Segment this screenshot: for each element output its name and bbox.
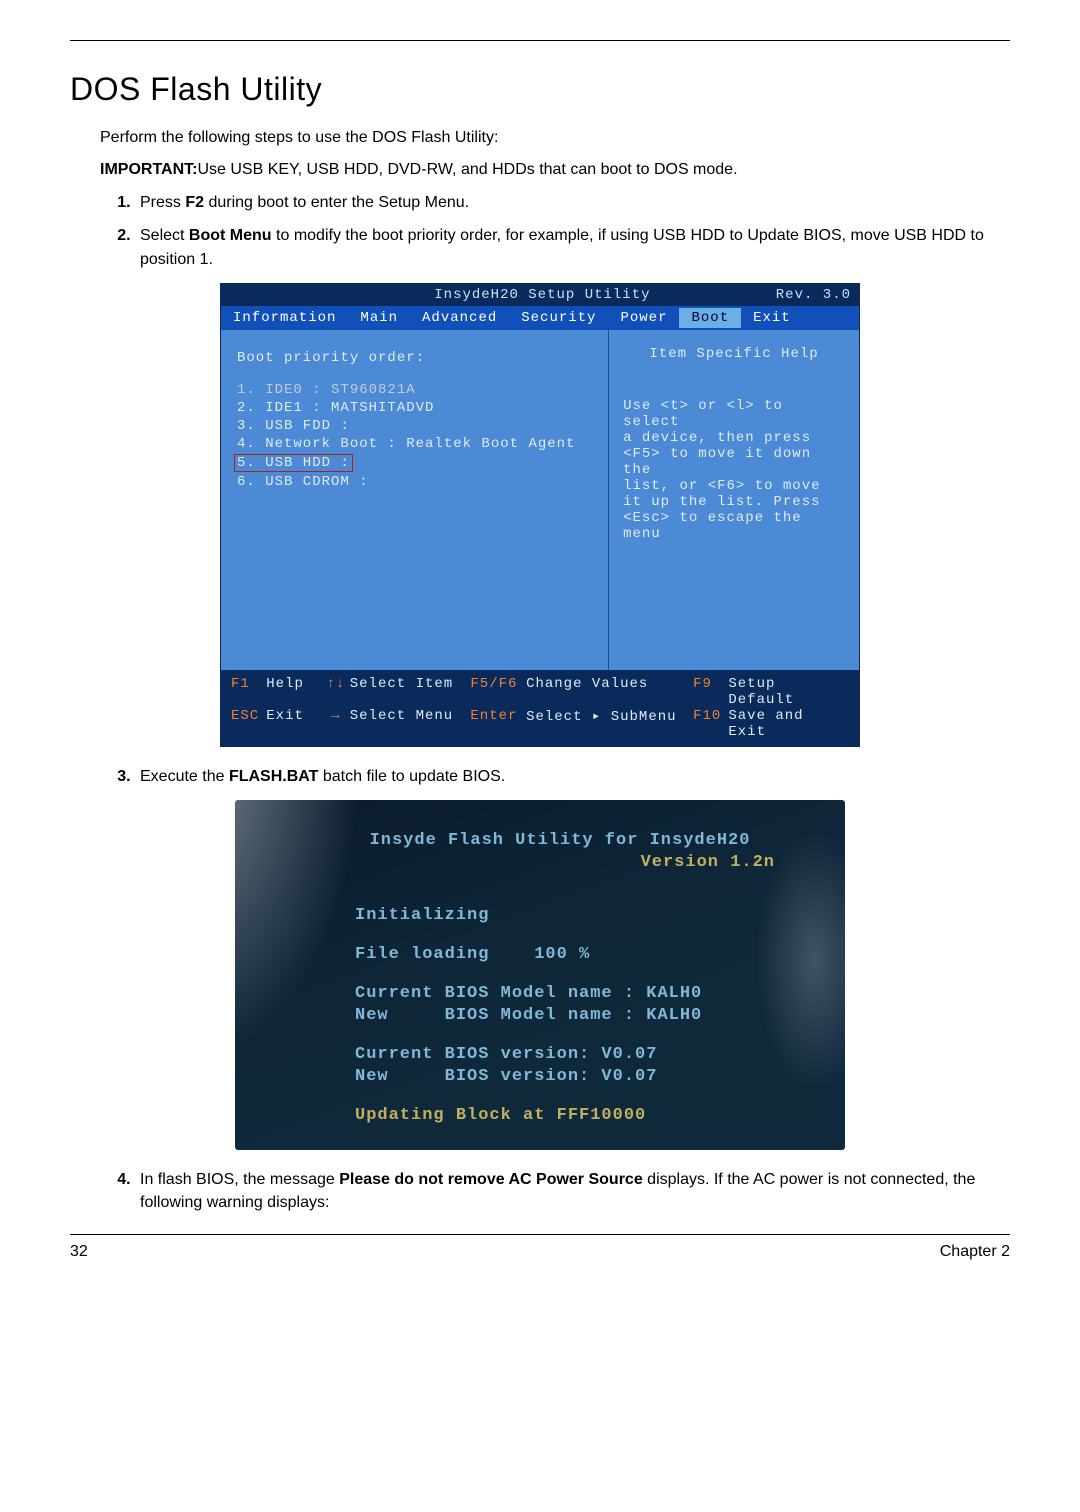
important-note: IMPORTANT:Use USB KEY, USB HDD, DVD-RW, … bbox=[100, 161, 1010, 179]
tab-boot[interactable]: Boot bbox=[679, 308, 741, 328]
dos-init: Initializing bbox=[355, 906, 815, 925]
dos-new-model: New BIOS Model name : KALH0 bbox=[355, 1006, 815, 1025]
boot-priority-label: Boot priority order: bbox=[237, 350, 592, 366]
tab-advanced[interactable]: Advanced bbox=[410, 308, 509, 328]
step3-c: batch file to update BIOS. bbox=[318, 768, 505, 785]
dos-flash-screen: Insyde Flash Utility for InsydeH20 Versi… bbox=[235, 800, 845, 1150]
fa-select-item: Select Item bbox=[350, 676, 471, 708]
important-body: Use USB KEY, USB HDD, DVD-RW, and HDDs t… bbox=[197, 161, 737, 178]
tab-security[interactable]: Security bbox=[509, 308, 608, 328]
fk-esc: ESC bbox=[231, 708, 266, 740]
step2-b: Boot Menu bbox=[189, 227, 272, 244]
fa-select-submenu: Select ▸ SubMenu bbox=[526, 708, 693, 740]
dos-title-1: Insyde Flash Utility for InsydeH20 bbox=[305, 831, 815, 850]
step-1: Press F2 during boot to enter the Setup … bbox=[135, 191, 1010, 214]
dos-cur-ver: Current BIOS version: V0.07 bbox=[355, 1045, 815, 1064]
page-footer: 32 Chapter 2 bbox=[70, 1243, 1010, 1261]
bios-titlebar: InsydeH20 Setup Utility Rev. 3.0 bbox=[221, 284, 859, 306]
important-label: IMPORTANT: bbox=[100, 161, 197, 178]
bios-tabs: Information Main Advanced Security Power… bbox=[221, 306, 859, 330]
help-line-2: a device, then press bbox=[623, 430, 845, 446]
fa-change-values: Change Values bbox=[526, 676, 693, 708]
fa-select-menu: Select Menu bbox=[350, 708, 471, 740]
help-title: Item Specific Help bbox=[623, 346, 845, 362]
step3-a: Execute the bbox=[140, 768, 229, 785]
fk-f5f6: F5/F6 bbox=[470, 676, 526, 708]
step4-a: In flash BIOS, the message bbox=[140, 1171, 339, 1188]
tab-information[interactable]: Information bbox=[221, 308, 348, 328]
tab-exit[interactable]: Exit bbox=[741, 308, 803, 328]
intro-text: Perform the following steps to use the D… bbox=[100, 126, 1010, 149]
page-number: 32 bbox=[70, 1243, 88, 1261]
fa-help: Help bbox=[266, 676, 322, 708]
fk-enter: Enter bbox=[470, 708, 526, 740]
step-4: In flash BIOS, the message Please do not… bbox=[135, 1168, 1010, 1214]
arrow-right-icon: → bbox=[322, 708, 350, 740]
fk-f10: F10 bbox=[693, 708, 728, 740]
boot-item-5[interactable]: 5. USB HDD : bbox=[237, 454, 592, 472]
step3-b: FLASH.BAT bbox=[229, 768, 318, 785]
step1-b: F2 bbox=[185, 194, 204, 211]
step-2: Select Boot Menu to modify the boot prio… bbox=[135, 224, 1010, 270]
dos-updating: Updating Block at FFF10000 bbox=[355, 1106, 815, 1125]
step1-c: during boot to enter the Setup Menu. bbox=[204, 194, 469, 211]
boot-item-5-label: 5. USB HDD : bbox=[234, 454, 353, 472]
tab-main[interactable]: Main bbox=[348, 308, 410, 328]
dos-new-ver: New BIOS version: V0.07 bbox=[355, 1067, 815, 1086]
bios-left-pane: Boot priority order: 1. IDE0 : ST960821A… bbox=[221, 330, 608, 670]
tab-power[interactable]: Power bbox=[608, 308, 679, 328]
step1-a: Press bbox=[140, 194, 185, 211]
fk-f9: F9 bbox=[693, 676, 728, 708]
chapter-label: Chapter 2 bbox=[940, 1243, 1010, 1261]
dos-cur-model: Current BIOS Model name : KALH0 bbox=[355, 984, 815, 1003]
help-line-1: Use <t> or <l> to select bbox=[623, 398, 845, 430]
boot-item-4[interactable]: 4. Network Boot : Realtek Boot Agent bbox=[237, 436, 592, 452]
dos-file-loading: File loading 100 % bbox=[355, 945, 815, 964]
fa-save-exit: Save and Exit bbox=[728, 708, 849, 740]
fk-f1: F1 bbox=[231, 676, 266, 708]
boot-item-2[interactable]: 2. IDE1 : MATSHITADVD bbox=[237, 400, 592, 416]
bios-help-pane: Item Specific Help Use <t> or <l> to sel… bbox=[608, 330, 859, 670]
help-line-5: it up the list. Press bbox=[623, 494, 845, 510]
boot-item-1[interactable]: 1. IDE0 : ST960821A bbox=[237, 382, 592, 398]
bios-setup-utility: InsydeH20 Setup Utility Rev. 3.0 Informa… bbox=[220, 283, 860, 747]
boot-item-3[interactable]: 3. USB FDD : bbox=[237, 418, 592, 434]
bios-footer: F1 Help ↑↓ Select Item F5/F6 Change Valu… bbox=[221, 670, 859, 746]
bios-title-text: InsydeH20 Setup Utility bbox=[309, 287, 776, 303]
dos-title-2: Version 1.2n bbox=[265, 853, 815, 872]
fa-exit: Exit bbox=[266, 708, 322, 740]
arrow-updown-icon: ↑↓ bbox=[322, 676, 350, 708]
help-line-4: list, or <F6> to move bbox=[623, 478, 845, 494]
boot-item-6[interactable]: 6. USB CDROM : bbox=[237, 474, 592, 490]
bottom-rule bbox=[70, 1234, 1010, 1235]
top-rule bbox=[70, 40, 1010, 41]
step-3: Execute the FLASH.BAT batch file to upda… bbox=[135, 765, 1010, 788]
step4-b: Please do not remove AC Power Source bbox=[339, 1171, 643, 1188]
help-line-6: <Esc> to escape the menu bbox=[623, 510, 845, 542]
bios-rev: Rev. 3.0 bbox=[776, 287, 851, 303]
page-title: DOS Flash Utility bbox=[70, 71, 1010, 108]
step2-a: Select bbox=[140, 227, 189, 244]
fa-setup-default: Setup Default bbox=[728, 676, 849, 708]
help-line-3: <F5> to move it down the bbox=[623, 446, 845, 478]
